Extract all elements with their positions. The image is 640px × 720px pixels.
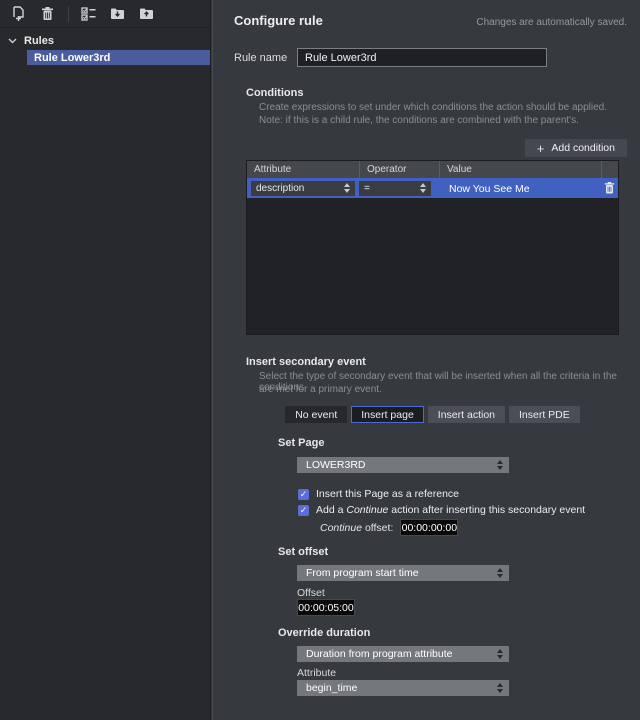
updown-arrows-icon [420, 183, 426, 193]
new-rule-icon [11, 6, 26, 21]
continue-offset-label: Continue offset: [320, 522, 393, 534]
rule-list-icon [81, 7, 96, 21]
set-page-heading: Set Page [278, 437, 324, 449]
page-select[interactable]: LOWER3RD [297, 457, 509, 473]
delete-rule-button[interactable] [35, 3, 59, 25]
continue-offset-value: 00:00:00:00 [402, 522, 457, 534]
column-header-operator[interactable]: Operator [359, 161, 439, 178]
reference-checkbox-label: Insert this Page as a reference [316, 488, 459, 500]
reference-checkbox[interactable]: ✓ [298, 489, 309, 500]
rule-name-label: Rule name [234, 52, 287, 64]
add-condition-button[interactable]: + Add condition [525, 139, 627, 157]
tree-item-label: Rule Lower3rd [34, 52, 110, 64]
rules-tree: Rules Rule Lower3rd [0, 28, 210, 65]
new-rule-button[interactable] [6, 3, 30, 25]
trash-icon [41, 7, 54, 21]
updown-arrows-icon [344, 183, 350, 193]
segment-insert-page[interactable]: Insert page [351, 406, 424, 423]
operator-select-value: = [364, 183, 370, 194]
conditions-table: Attribute Operator Value description = [246, 160, 619, 335]
column-header-attribute[interactable]: Attribute [247, 161, 359, 178]
offset-mode-select-value: From program start time [306, 567, 419, 579]
duration-mode-select[interactable]: Duration from program attribute [297, 646, 509, 662]
rule-name-input[interactable]: Rule Lower3rd [297, 48, 547, 67]
trash-icon [604, 182, 615, 194]
export-folder-icon [139, 7, 154, 20]
configure-rule-panel: Configure rule Changes are automatically… [212, 0, 640, 720]
updown-arrows-icon [497, 683, 503, 693]
column-header-actions [601, 161, 618, 178]
secondary-event-type-group: No event Insert page Insert action Inser… [246, 406, 619, 423]
segment-no-event[interactable]: No event [285, 406, 347, 423]
autosave-note: Changes are automatically saved. [476, 17, 627, 28]
updown-arrows-icon [497, 460, 503, 470]
import-rules-button[interactable] [105, 3, 129, 25]
continue-checkbox[interactable]: ✓ [298, 505, 309, 516]
segment-insert-pde[interactable]: Insert PDE [509, 406, 580, 423]
rules-sidebar: Rules Rule Lower3rd [0, 0, 211, 720]
import-folder-icon [110, 7, 125, 20]
conditions-desc-2: Note: if this is a child rule, the condi… [259, 115, 579, 126]
attribute-select[interactable]: description [251, 181, 355, 196]
tree-root-rules[interactable]: Rules [0, 33, 210, 48]
segment-insert-action[interactable]: Insert action [428, 406, 505, 423]
sidebar-toolbar [0, 0, 210, 28]
secondary-event-heading: Insert secondary event [246, 356, 366, 368]
offset-value: 00:00:05:00 [298, 602, 353, 614]
chevron-down-icon[interactable] [8, 38, 17, 44]
conditions-table-header: Attribute Operator Value [247, 161, 618, 178]
offset-mode-select[interactable]: From program start time [297, 565, 509, 581]
continue-checkbox-label: Add a Continue action after inserting th… [316, 504, 585, 516]
set-offset-heading: Set offset [278, 546, 328, 558]
rule-list-button[interactable] [76, 3, 100, 25]
operator-select[interactable]: = [359, 181, 431, 196]
duration-attribute-select-value: begin_time [306, 682, 357, 694]
conditions-heading: Conditions [246, 87, 303, 99]
page-select-value: LOWER3RD [306, 459, 366, 471]
duration-attribute-select[interactable]: begin_time [297, 680, 509, 696]
toolbar-separator [68, 6, 69, 22]
condition-value[interactable]: Now You See Me [449, 183, 530, 195]
condition-row[interactable]: description = Now You See Me [247, 178, 618, 198]
updown-arrows-icon [497, 568, 503, 578]
offset-label: Offset [297, 587, 325, 599]
add-condition-label: Add condition [551, 142, 615, 154]
page-title: Configure rule [234, 13, 323, 28]
continue-offset-input[interactable]: 00:00:00:00 [400, 519, 458, 536]
continue-checkbox-row[interactable]: ✓ Add a Continue action after inserting … [298, 504, 585, 516]
attribute-label: Attribute [297, 667, 336, 679]
updown-arrows-icon [497, 649, 503, 659]
column-header-value[interactable]: Value [439, 161, 601, 178]
export-rules-button[interactable] [134, 3, 158, 25]
secondary-event-desc-2: are met for a primary event. [259, 384, 382, 395]
continue-offset-row: Continue offset: 00:00:00:00 [320, 519, 458, 536]
conditions-desc-1: Create expressions to set under which co… [259, 102, 607, 113]
attribute-select-value: description [256, 183, 304, 194]
offset-input[interactable]: 00:00:05:00 [297, 599, 355, 616]
app-window: Rules Rule Lower3rd Configure rule Chang… [0, 0, 640, 720]
delete-condition-button[interactable] [601, 182, 618, 194]
tree-item-rule-lower3rd[interactable]: Rule Lower3rd [27, 50, 210, 65]
rule-name-value: Rule Lower3rd [305, 52, 377, 64]
duration-mode-select-value: Duration from program attribute [306, 648, 452, 660]
reference-checkbox-row[interactable]: ✓ Insert this Page as a reference [298, 488, 459, 500]
override-duration-heading: Override duration [278, 627, 370, 639]
plus-icon: + [537, 141, 545, 156]
tree-root-label: Rules [24, 35, 54, 47]
